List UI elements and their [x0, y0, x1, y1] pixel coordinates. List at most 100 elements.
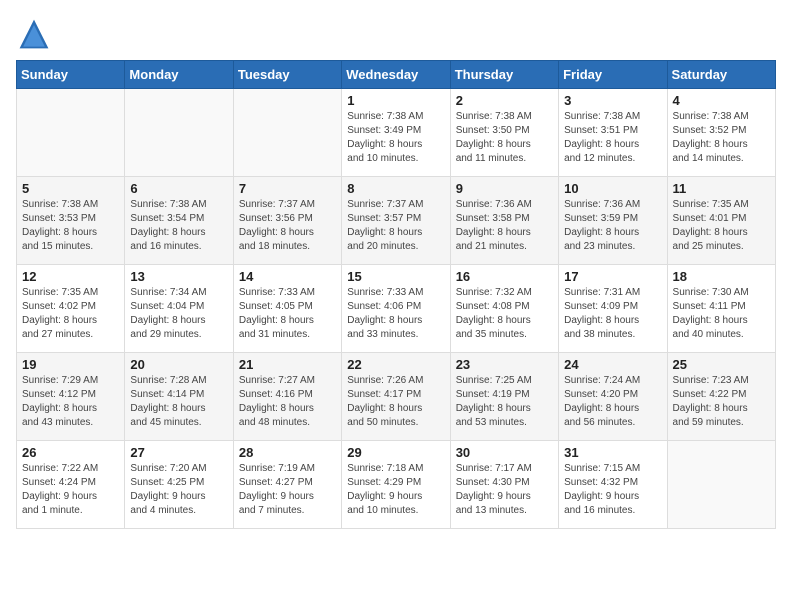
- calendar-cell: 16 Sunrise: 7:32 AM Sunset: 4:08 PM Dayli…: [450, 265, 558, 353]
- day-info: Sunrise: 7:33 AM Sunset: 4:06 PM Dayligh…: [347, 286, 444, 342]
- calendar-cell: 10Sunrise: 7:36 AM Sunset: 3:59 PM Dayli…: [559, 177, 667, 265]
- day-info: Sunrise: 7:38 AM Sunset: 3:54 PM Dayligh…: [130, 198, 227, 254]
- calendar-cell: 5 Sunrise: 7:38 AM Sunset: 3:53 PM Daylig…: [17, 177, 125, 265]
- day-number: 15: [347, 269, 444, 284]
- calendar-cell: 2 Sunrise: 7:38 AM Sunset: 3:50 PM Daylig…: [450, 89, 558, 177]
- day-number: 25: [673, 357, 770, 372]
- day-info: Sunrise: 7:38 AM Sunset: 3:49 PM Dayligh…: [347, 110, 444, 166]
- day-number: 8: [347, 181, 444, 196]
- weekday-header-sunday: Sunday: [17, 61, 125, 89]
- day-number: 1: [347, 93, 444, 108]
- day-number: 14: [239, 269, 336, 284]
- day-number: 19: [22, 357, 119, 372]
- day-info: Sunrise: 7:36 AM Sunset: 3:58 PM Dayligh…: [456, 198, 553, 254]
- day-info: Sunrise: 7:35 AM Sunset: 4:01 PM Dayligh…: [673, 198, 770, 254]
- day-number: 5: [22, 181, 119, 196]
- calendar-week-5: 26 Sunrise: 7:22 AM Sunset: 4:24 PM Dayli…: [17, 441, 776, 529]
- calendar-cell: 23Sunrise: 7:25 AM Sunset: 4:19 PM Dayli…: [450, 353, 558, 441]
- calendar-cell: 7 Sunrise: 7:37 AM Sunset: 3:56 PM Daylig…: [233, 177, 341, 265]
- calendar-cell: 20 Sunrise: 7:28 AM Sunset: 4:14 PM Dayli…: [125, 353, 233, 441]
- calendar-week-2: 5 Sunrise: 7:38 AM Sunset: 3:53 PM Daylig…: [17, 177, 776, 265]
- day-info: Sunrise: 7:17 AM Sunset: 4:30 PM Dayligh…: [456, 462, 553, 518]
- day-info: Sunrise: 7:23 AM Sunset: 4:22 PM Dayligh…: [673, 374, 770, 430]
- day-info: Sunrise: 7:19 AM Sunset: 4:27 PM Dayligh…: [239, 462, 336, 518]
- day-number: 28: [239, 445, 336, 460]
- day-number: 17: [564, 269, 661, 284]
- calendar-cell: 31 Sunrise: 7:15 AM Sunset: 4:32 PM Dayli…: [559, 441, 667, 529]
- logo: [16, 16, 56, 52]
- weekday-header-row: SundayMondayTuesdayWednesdayThursdayFrid…: [17, 61, 776, 89]
- day-info: Sunrise: 7:25 AM Sunset: 4:19 PM Dayligh…: [456, 374, 553, 430]
- day-info: Sunrise: 7:34 AM Sunset: 4:04 PM Dayligh…: [130, 286, 227, 342]
- day-info: Sunrise: 7:15 AM Sunset: 4:32 PM Dayligh…: [564, 462, 661, 518]
- day-number: 16: [456, 269, 553, 284]
- calendar-cell: [667, 441, 775, 529]
- calendar-cell: 22 Sunrise: 7:26 AM Sunset: 4:17 PM Dayli…: [342, 353, 450, 441]
- logo-icon: [16, 16, 52, 52]
- day-number: 27: [130, 445, 227, 460]
- day-info: Sunrise: 7:37 AM Sunset: 3:56 PM Dayligh…: [239, 198, 336, 254]
- calendar-cell: 11 Sunrise: 7:35 AM Sunset: 4:01 PM Dayli…: [667, 177, 775, 265]
- day-number: 11: [673, 181, 770, 196]
- day-number: 18: [673, 269, 770, 284]
- day-info: Sunrise: 7:29 AM Sunset: 4:12 PM Dayligh…: [22, 374, 119, 430]
- calendar-table: SundayMondayTuesdayWednesdayThursdayFrid…: [16, 60, 776, 529]
- day-number: 4: [673, 93, 770, 108]
- day-number: 26: [22, 445, 119, 460]
- day-number: 13: [130, 269, 227, 284]
- calendar-cell: 15 Sunrise: 7:33 AM Sunset: 4:06 PM Dayli…: [342, 265, 450, 353]
- day-info: Sunrise: 7:22 AM Sunset: 4:24 PM Dayligh…: [22, 462, 119, 518]
- day-number: 31: [564, 445, 661, 460]
- day-info: Sunrise: 7:38 AM Sunset: 3:50 PM Dayligh…: [456, 110, 553, 166]
- day-info: Sunrise: 7:28 AM Sunset: 4:14 PM Dayligh…: [130, 374, 227, 430]
- calendar-cell: 8 Sunrise: 7:37 AM Sunset: 3:57 PM Daylig…: [342, 177, 450, 265]
- day-info: Sunrise: 7:37 AM Sunset: 3:57 PM Dayligh…: [347, 198, 444, 254]
- day-number: 30: [456, 445, 553, 460]
- day-info: Sunrise: 7:38 AM Sunset: 3:52 PM Dayligh…: [673, 110, 770, 166]
- calendar-cell: 17 Sunrise: 7:31 AM Sunset: 4:09 PM Dayli…: [559, 265, 667, 353]
- day-info: Sunrise: 7:26 AM Sunset: 4:17 PM Dayligh…: [347, 374, 444, 430]
- calendar-cell: 3 Sunrise: 7:38 AM Sunset: 3:51 PM Daylig…: [559, 89, 667, 177]
- day-info: Sunrise: 7:24 AM Sunset: 4:20 PM Dayligh…: [564, 374, 661, 430]
- calendar-cell: 27 Sunrise: 7:20 AM Sunset: 4:25 PM Dayli…: [125, 441, 233, 529]
- calendar-cell: 6 Sunrise: 7:38 AM Sunset: 3:54 PM Daylig…: [125, 177, 233, 265]
- weekday-header-wednesday: Wednesday: [342, 61, 450, 89]
- page-header: [16, 16, 776, 52]
- day-number: 7: [239, 181, 336, 196]
- day-info: Sunrise: 7:32 AM Sunset: 4:08 PM Dayligh…: [456, 286, 553, 342]
- day-info: Sunrise: 7:31 AM Sunset: 4:09 PM Dayligh…: [564, 286, 661, 342]
- day-info: Sunrise: 7:20 AM Sunset: 4:25 PM Dayligh…: [130, 462, 227, 518]
- day-info: Sunrise: 7:35 AM Sunset: 4:02 PM Dayligh…: [22, 286, 119, 342]
- day-info: Sunrise: 7:36 AM Sunset: 3:59 PM Dayligh…: [564, 198, 661, 254]
- day-number: 20: [130, 357, 227, 372]
- day-number: 24: [564, 357, 661, 372]
- day-info: Sunrise: 7:30 AM Sunset: 4:11 PM Dayligh…: [673, 286, 770, 342]
- calendar-cell: 26 Sunrise: 7:22 AM Sunset: 4:24 PM Dayli…: [17, 441, 125, 529]
- calendar-cell: 18 Sunrise: 7:30 AM Sunset: 4:11 PM Dayli…: [667, 265, 775, 353]
- day-info: Sunrise: 7:18 AM Sunset: 4:29 PM Dayligh…: [347, 462, 444, 518]
- calendar-cell: 24 Sunrise: 7:24 AM Sunset: 4:20 PM Dayli…: [559, 353, 667, 441]
- day-number: 12: [22, 269, 119, 284]
- day-number: 9: [456, 181, 553, 196]
- calendar-week-3: 12 Sunrise: 7:35 AM Sunset: 4:02 PM Dayli…: [17, 265, 776, 353]
- calendar-cell: 13 Sunrise: 7:34 AM Sunset: 4:04 PM Dayli…: [125, 265, 233, 353]
- day-info: Sunrise: 7:38 AM Sunset: 3:51 PM Dayligh…: [564, 110, 661, 166]
- calendar-cell: 25 Sunrise: 7:23 AM Sunset: 4:22 PM Dayli…: [667, 353, 775, 441]
- calendar-cell: 30 Sunrise: 7:17 AM Sunset: 4:30 PM Dayli…: [450, 441, 558, 529]
- day-number: 29: [347, 445, 444, 460]
- day-number: 6: [130, 181, 227, 196]
- day-number: 22: [347, 357, 444, 372]
- calendar-cell: 1 Sunrise: 7:38 AM Sunset: 3:49 PM Daylig…: [342, 89, 450, 177]
- day-number: 2: [456, 93, 553, 108]
- calendar-cell: 21Sunrise: 7:27 AM Sunset: 4:16 PM Dayli…: [233, 353, 341, 441]
- calendar-cell: 29 Sunrise: 7:18 AM Sunset: 4:29 PM Dayli…: [342, 441, 450, 529]
- day-info: Sunrise: 7:38 AM Sunset: 3:53 PM Dayligh…: [22, 198, 119, 254]
- calendar-cell: 4 Sunrise: 7:38 AM Sunset: 3:52 PM Daylig…: [667, 89, 775, 177]
- weekday-header-monday: Monday: [125, 61, 233, 89]
- day-number: 3: [564, 93, 661, 108]
- weekday-header-tuesday: Tuesday: [233, 61, 341, 89]
- weekday-header-thursday: Thursday: [450, 61, 558, 89]
- calendar-cell: 9 Sunrise: 7:36 AM Sunset: 3:58 PM Daylig…: [450, 177, 558, 265]
- calendar-week-4: 19 Sunrise: 7:29 AM Sunset: 4:12 PM Dayli…: [17, 353, 776, 441]
- calendar-cell: 12 Sunrise: 7:35 AM Sunset: 4:02 PM Dayli…: [17, 265, 125, 353]
